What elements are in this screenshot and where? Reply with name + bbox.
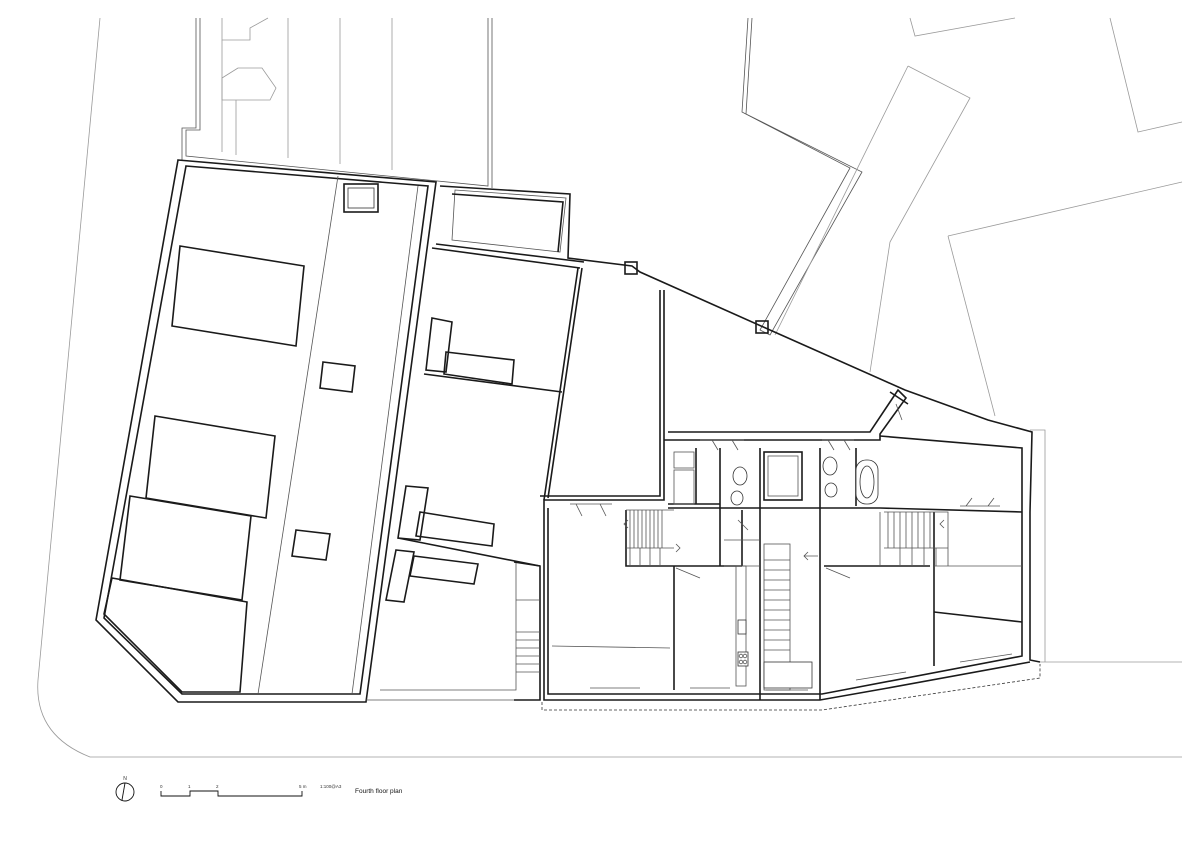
north-arrow: N	[115, 776, 135, 802]
scale-tick-0: 0	[160, 784, 163, 789]
scale-tick-5m: 5 m	[299, 784, 307, 789]
floor-plan-drawing: N 0 1 2 5 m 1:100@A3 Fourth floor plan	[37, 17, 1183, 802]
scale-tick-1: 1	[188, 784, 191, 789]
left-roof-block	[95, 159, 437, 703]
apartment-block	[540, 290, 1041, 711]
drawing-title: Fourth floor plan	[355, 788, 403, 795]
street-context	[37, 17, 1182, 758]
middle-block	[366, 185, 1041, 701]
scale-tick-2: 2	[216, 784, 219, 789]
scale-note: 1:100@A3	[320, 784, 342, 789]
scale-bar: 0 1 2 5 m 1:100@A3	[160, 784, 342, 797]
north-label: N	[123, 776, 127, 782]
